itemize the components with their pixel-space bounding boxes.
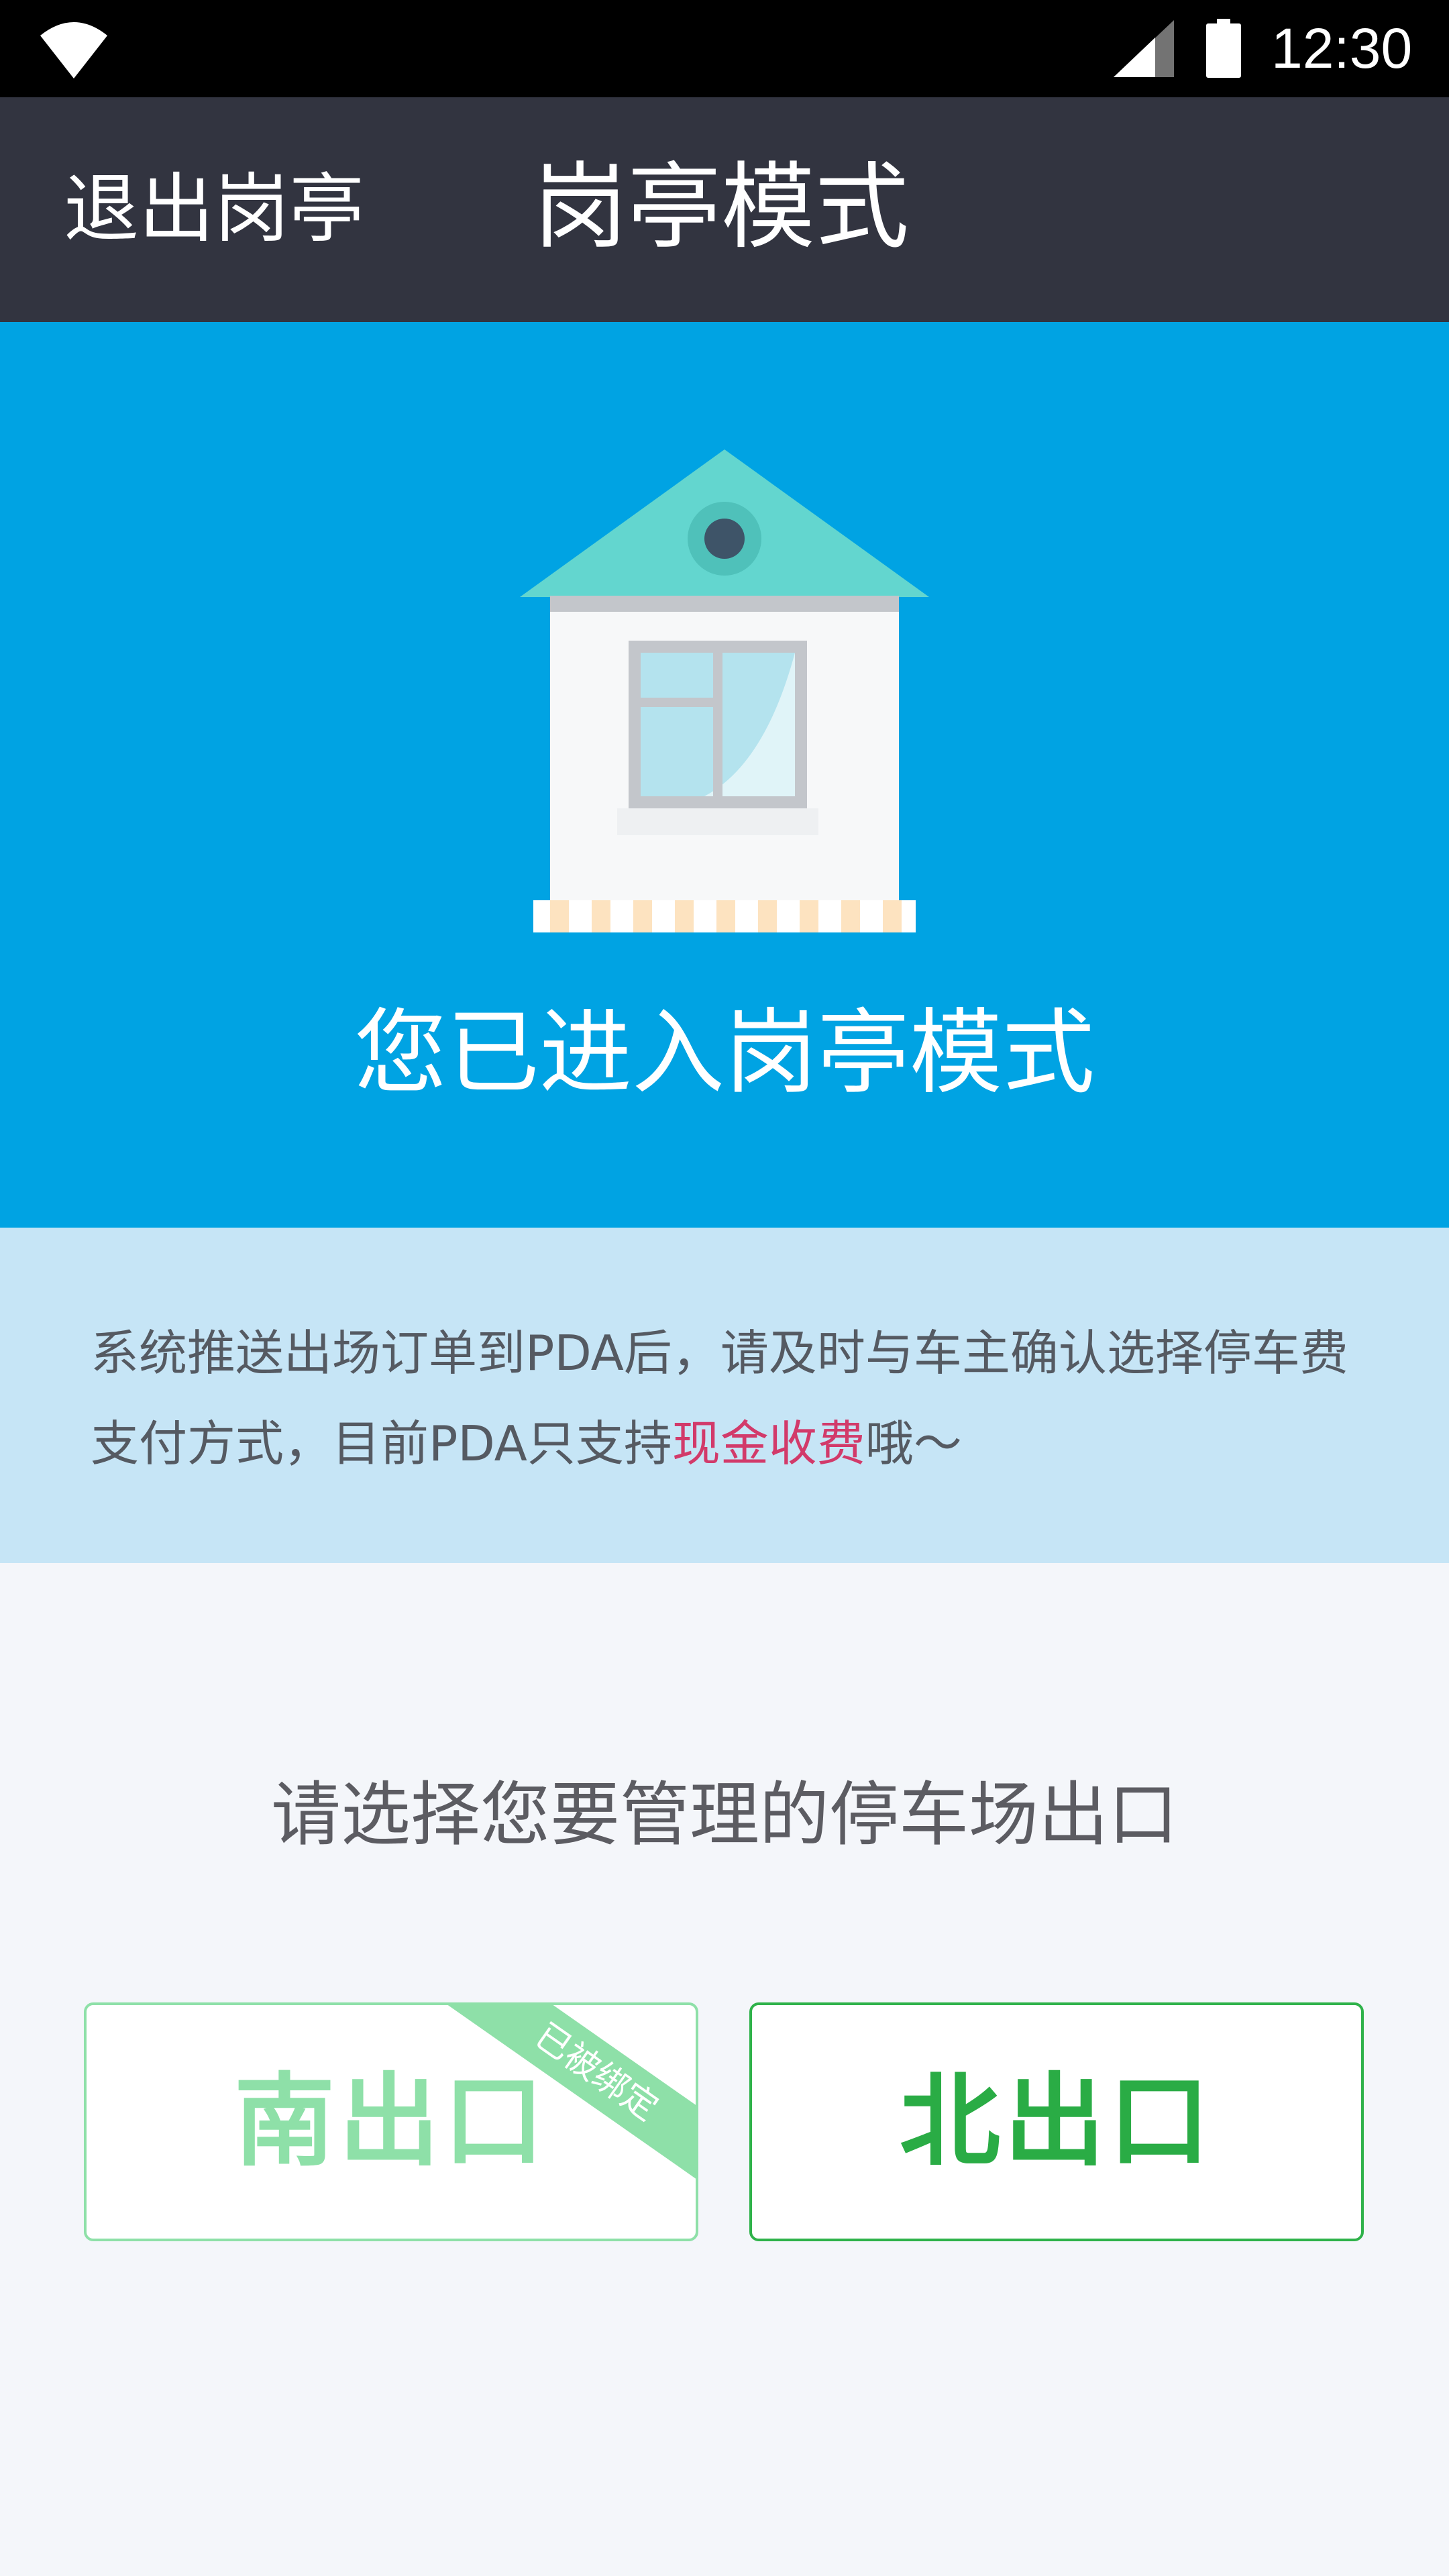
south-exit-label: 南出口: [233, 2063, 548, 2180]
south-exit-button[interactable]: 已被绑定 南出口: [84, 2002, 698, 2241]
notice-highlight: 现金收费: [672, 1415, 865, 1472]
notice-panel: 系统推送出场订单到PDA后，请及时与车主确认选择停车费支付方式，目前PDA只支持…: [0, 1228, 1449, 1563]
notice-text: 系统推送出场订单到PDA后，请及时与车主确认选择停车费支付方式，目前PDA只支持…: [91, 1308, 1365, 1489]
app-header: 退出岗亭 岗亭模式: [0, 97, 1449, 322]
north-exit-label: 北出口: [899, 2063, 1214, 2180]
notice-text-end: 哦～: [865, 1415, 962, 1472]
north-exit-button[interactable]: 北出口: [749, 2002, 1364, 2241]
status-bar: 12:30: [0, 0, 1449, 97]
page-title: 岗亭模式: [533, 153, 910, 262]
select-exit-prompt: 请选择您要管理的停车场出口: [270, 1774, 1178, 1856]
hero-banner: 您已进入岗亭模式: [0, 322, 1449, 1228]
battery-icon: [1206, 19, 1241, 78]
screen: 12:30 退出岗亭 岗亭模式 您已进入岗亭模式 系统推送出场订单到PDA后，请…: [0, 0, 1449, 2576]
hero-title: 您已进入岗亭模式: [354, 999, 1095, 1107]
status-time: 12:30: [1271, 17, 1413, 80]
exit-booth-button[interactable]: 退出岗亭: [64, 164, 364, 255]
booth-icon: [520, 449, 929, 932]
signal-icon: [1114, 20, 1174, 77]
wifi-icon: [40, 22, 107, 78]
